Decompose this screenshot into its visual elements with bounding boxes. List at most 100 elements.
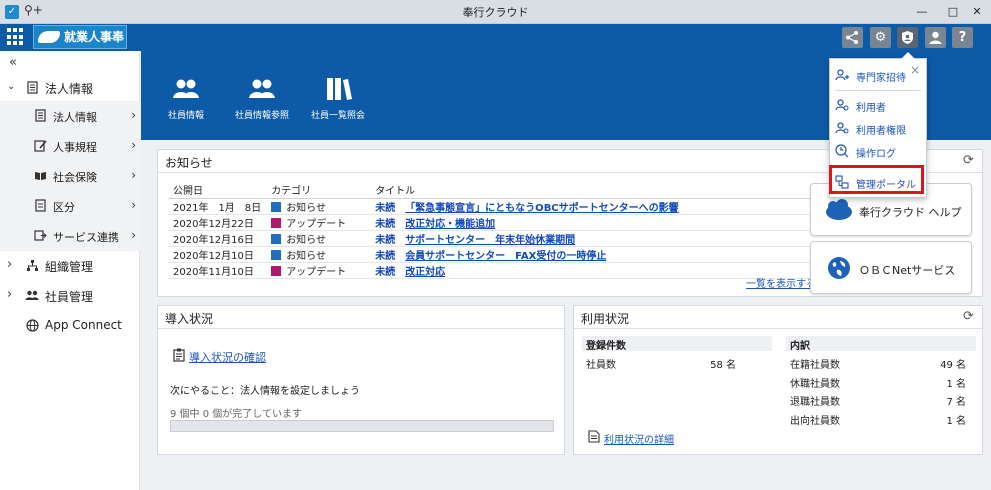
sidebar-item-corporate-info-sub[interactable]: 法人情報 › xyxy=(0,101,140,131)
news-status: 未読 xyxy=(370,214,401,231)
shield-user-icon[interactable] xyxy=(897,27,918,48)
news-panel-title: お知らせ xyxy=(165,156,213,170)
sidebar-item-label: 法人情報 xyxy=(53,111,97,124)
close-button[interactable]: ✕ xyxy=(966,3,988,21)
share-icon[interactable] xyxy=(842,27,863,48)
category-color-icon xyxy=(271,266,282,276)
news-date: 2020年11月10日 xyxy=(168,262,267,279)
sidebar-item-label: 区分 xyxy=(53,201,75,214)
clipboard-icon xyxy=(172,348,186,362)
news-status: 未読 xyxy=(370,198,401,215)
show-all-link[interactable]: 一覧を表示する xyxy=(746,275,816,290)
globe-icon xyxy=(25,319,39,332)
news-category: お知らせ xyxy=(266,198,371,215)
chevron-down-icon: ⌄ xyxy=(7,81,16,92)
usage-status-panel: 利用状況 ⟳ 登録件数 社員数 58 名 内訳 在籍社員数 49 名休職社員数 1 … xyxy=(573,305,983,455)
intro-status-link[interactable]: 導入状況の確認 xyxy=(189,349,266,365)
progress-bar xyxy=(170,420,554,432)
minimize-button[interactable]: — xyxy=(911,3,933,21)
globe-icon xyxy=(825,255,853,281)
column-header: 公開日 xyxy=(168,181,267,199)
binders-icon xyxy=(323,76,353,102)
breakdown-row: 休職社員数 1 名 xyxy=(790,375,966,390)
row-value: 49 名 xyxy=(940,360,966,371)
sidebar-collapse-button[interactable]: « xyxy=(9,55,17,70)
maximize-button[interactable]: □ xyxy=(942,3,964,21)
news-category: お知らせ xyxy=(266,230,371,247)
gear-icon[interactable]: ⚙ xyxy=(870,27,891,48)
news-status: 未読 xyxy=(370,230,401,247)
news-title-link[interactable]: 改正対応 xyxy=(405,267,445,278)
news-date: 2020年12月16日 xyxy=(168,230,267,247)
sidebar-item-social-insurance[interactable]: 社会保険 › xyxy=(0,161,140,191)
refresh-icon[interactable]: ⟳ xyxy=(963,310,977,324)
news-status: 未読 xyxy=(370,262,401,279)
menu-item-invite-expert[interactable]: 専門家招待 xyxy=(835,65,923,85)
usage-detail-link[interactable]: 利用状況の詳細 xyxy=(604,431,674,446)
column-header: カテゴリ xyxy=(266,181,371,199)
row-value: 58 名 xyxy=(710,360,736,371)
menu-item-label: 利用者 xyxy=(856,103,886,114)
news-title-link[interactable]: 改正対応・機能追加 xyxy=(405,219,495,230)
chevron-right-icon: › xyxy=(131,198,136,212)
row-label: 退職社員数 xyxy=(790,397,840,408)
clock-search-icon xyxy=(835,144,849,158)
org-icon xyxy=(25,259,39,272)
news-category-label: お知らせ xyxy=(286,203,326,214)
breakdown-row: 退職社員数 7 名 xyxy=(790,393,966,408)
window-title: 奉行クラウド xyxy=(462,6,529,19)
menu-item-operation-log[interactable]: 操作ログ xyxy=(835,141,923,161)
news-title-link[interactable]: サポートセンター 年末年始休業期間 xyxy=(405,235,575,246)
intro-status-panel: 導入状況 導入状況の確認 次にやること：法人情報を設定しましょう 9 個中 0 … xyxy=(157,305,565,455)
product-logo[interactable]: 就業人事奉行 xyxy=(33,25,127,66)
menu-item-user-permissions[interactable]: 利用者権限 xyxy=(835,118,923,138)
app-menu-grid-icon[interactable] xyxy=(7,28,25,46)
user-icon[interactable] xyxy=(925,27,946,48)
chevron-right-icon: › xyxy=(131,138,136,152)
progress-text: 9 個中 0 個が完了しています xyxy=(170,409,302,420)
user-key-icon xyxy=(835,121,849,135)
news-title-link[interactable]: 「緊急事態宣言」にともなうOBCサポートセンターへの影響 xyxy=(405,203,678,214)
row-label: 在籍社員数 xyxy=(790,360,840,371)
people-icon xyxy=(171,76,201,102)
news-category-label: アップデート xyxy=(286,267,347,278)
sidebar: « ⌄ 法人情報 法人情報 › 人事規程 › 社会保険 › 区分 › サービス連… xyxy=(0,51,140,490)
sidebar-item-label: App Connect xyxy=(45,318,122,332)
news-category: お知らせ xyxy=(266,246,371,263)
news-date: 2021年 1月 8日 xyxy=(168,198,267,215)
sidebar-item-label: サービス連携 xyxy=(53,231,119,244)
menu-item-users[interactable]: 利用者 xyxy=(835,95,923,115)
row-value: 1 名 xyxy=(946,378,966,390)
sidebar-item-corporate-info[interactable]: ⌄ 法人情報 xyxy=(0,73,140,103)
sidebar-item-category[interactable]: 区分 › xyxy=(0,191,140,221)
category-color-icon xyxy=(271,218,282,228)
category-color-icon xyxy=(271,234,282,244)
window-titlebar: ✓ ⚲+ 奉行クラウド — □ ✕ xyxy=(0,0,991,24)
chevron-right-icon: › xyxy=(131,168,136,182)
chevron-right-icon: › xyxy=(131,108,136,122)
sidebar-item-app-connect[interactable]: App Connect xyxy=(0,311,140,341)
sidebar-item-service-integration[interactable]: サービス連携 › xyxy=(0,221,140,251)
sidebar-item-employee-management[interactable]: › 社員管理 xyxy=(0,281,140,311)
refresh-icon[interactable]: ⟳ xyxy=(963,154,977,168)
row-label: 社員数 xyxy=(586,360,616,371)
menu-divider xyxy=(835,90,921,91)
panel-divider xyxy=(158,328,564,329)
registered-header: 登録件数 xyxy=(582,336,772,352)
help-icon[interactable]: ? xyxy=(952,27,973,48)
shortcut-employee-list[interactable]: 社員一覧照会 xyxy=(310,76,366,121)
news-category-label: お知らせ xyxy=(286,251,326,262)
sidebar-item-label: 人事規程 xyxy=(53,141,97,154)
news-title-link[interactable]: 会員サポートセンター FAX受付の一時停止 xyxy=(405,251,606,262)
row-label: 休職社員数 xyxy=(790,378,840,390)
sidebar-item-hr-rules[interactable]: 人事規程 › xyxy=(0,131,140,161)
obc-net-service-button[interactable]: ＯＢＣNetサービス xyxy=(810,241,972,294)
shortcut-employee-info[interactable]: 社員情報 xyxy=(168,76,204,121)
shortcut-employee-reference[interactable]: 社員情報参照 xyxy=(234,76,290,121)
sidebar-item-org-management[interactable]: › 組織管理 xyxy=(0,251,140,281)
book-icon xyxy=(33,169,47,182)
breakdown-row: 在籍社員数 49 名 xyxy=(790,356,966,371)
link-icon xyxy=(33,229,47,242)
breakdown-header: 内訳 xyxy=(786,336,976,352)
news-category: アップデート xyxy=(266,262,371,279)
